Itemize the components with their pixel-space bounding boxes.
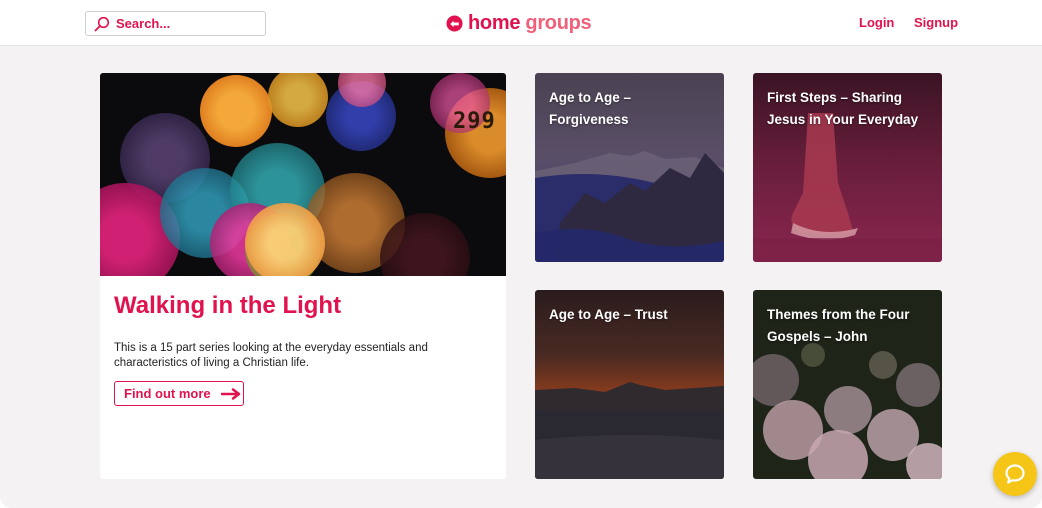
search-input[interactable]: [116, 16, 256, 31]
find-out-more-label: Find out more: [124, 386, 211, 401]
logo-word-home: home: [468, 11, 521, 34]
featured-description: This is a 15 part series looking at the …: [114, 342, 428, 369]
search-icon: [94, 16, 110, 31]
site-header: home groups Login Signup: [0, 0, 1042, 46]
card-title: Age to Age – Forgiveness: [549, 90, 632, 127]
series-card-gospels-john[interactable]: Themes from the Four Gospels – John: [753, 290, 942, 479]
login-link[interactable]: Login: [859, 15, 894, 30]
series-card-first-steps[interactable]: First Steps – Sharing Jesus in Your Ever…: [753, 73, 942, 262]
chat-icon: [1005, 464, 1025, 484]
card-title: First Steps – Sharing Jesus in Your Ever…: [767, 90, 919, 127]
page-frame: home groups Login Signup 299 Walking in …: [0, 0, 1042, 508]
logo-text: home groups: [468, 11, 592, 35]
series-card-trust[interactable]: Age to Age – Trust: [535, 290, 724, 479]
featured-image-text: 299: [453, 109, 496, 134]
card-title: Themes from the Four Gospels – John: [767, 307, 910, 344]
card-title: Age to Age – Trust: [549, 307, 668, 322]
search-box[interactable]: [85, 11, 266, 36]
signup-link[interactable]: Signup: [914, 15, 958, 30]
logo-icon: [446, 14, 463, 32]
logo-word-groups: groups: [525, 11, 592, 34]
featured-title[interactable]: Walking in the Light: [114, 292, 341, 320]
site-logo[interactable]: home groups: [446, 10, 592, 36]
series-card-forgiveness[interactable]: Age to Age – Forgiveness: [535, 73, 724, 262]
featured-series-card[interactable]: 299 Walking in the Light This is a 15 pa…: [100, 73, 506, 479]
arrow-right-icon: [220, 387, 240, 400]
find-out-more-button[interactable]: Find out more: [114, 381, 244, 406]
featured-image: 299: [100, 73, 506, 276]
chat-button[interactable]: [993, 452, 1037, 496]
